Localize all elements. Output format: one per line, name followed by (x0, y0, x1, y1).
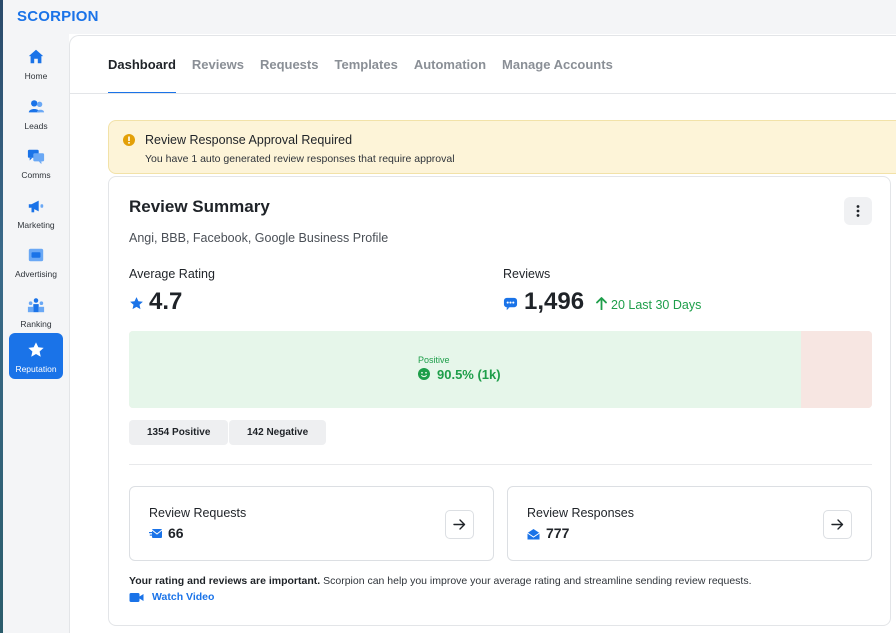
alert-text: You have 1 auto generated review respons… (145, 153, 455, 165)
tab-automation[interactable]: Automation (414, 36, 486, 94)
sidebar-item-marketing[interactable]: Marketing (9, 189, 63, 235)
sidebar-item-label: Reputation (15, 364, 57, 374)
tab-reviews[interactable]: Reviews (192, 36, 244, 94)
alert-title: Review Response Approval Required (145, 133, 353, 147)
ad-icon (28, 248, 44, 262)
review-requests-value: 66 (168, 525, 184, 541)
review-responses-value: 777 (546, 525, 570, 541)
review-responses-label: Review Responses (527, 506, 634, 520)
positive-count-chip[interactable]: 1354 Positive (129, 420, 229, 445)
tab-templates[interactable]: Templates (334, 36, 397, 94)
review-requests-label: Review Requests (149, 506, 247, 520)
open-review-requests-button[interactable] (445, 510, 474, 539)
approval-alert: Review Response Approval Required You ha… (108, 120, 896, 174)
leads-icon (28, 100, 45, 113)
reviews-total: 1,496 (524, 288, 585, 315)
more-vertical-icon (856, 205, 860, 217)
sidebar: Home Leads Comms Marketing Advertising R… (3, 34, 69, 633)
tab-requests[interactable]: Requests (260, 36, 319, 94)
reviews-label: Reviews (503, 267, 551, 281)
review-responses-card[interactable]: Review Responses 777 (507, 486, 872, 561)
more-options-button[interactable] (844, 197, 872, 225)
positive-value: 90.5% (1k) (437, 367, 501, 382)
negative-count-chip[interactable]: 142 Negative (229, 420, 327, 445)
sidebar-item-label: Ranking (20, 319, 52, 329)
home-icon (28, 49, 44, 64)
sidebar-item-label: Leads (24, 121, 48, 131)
sidebar-item-ranking[interactable]: Ranking (9, 288, 63, 334)
sentiment-bar: Positive 90.5% (1k) (129, 331, 872, 408)
tab-bar: Dashboard Reviews Requests Templates Aut… (108, 36, 629, 94)
star-icon (28, 342, 44, 357)
sidebar-item-label: Advertising (14, 269, 58, 279)
average-rating-value: 4.7 (149, 288, 183, 315)
review-sources: Angi, BBB, Facebook, Google Business Pro… (129, 231, 389, 245)
sentiment-negative-segment (801, 331, 872, 408)
megaphone-icon (28, 200, 44, 213)
ranking-icon (27, 298, 45, 313)
open-review-responses-button[interactable] (823, 510, 852, 539)
sidebar-item-advertising[interactable]: Advertising (9, 238, 63, 284)
main-content: Dashboard Reviews Requests Templates Aut… (69, 35, 896, 633)
watch-video-label: Watch Video (152, 591, 215, 603)
tab-dashboard[interactable]: Dashboard (108, 36, 176, 94)
arrow-right-icon (831, 519, 844, 530)
tab-manage-accounts[interactable]: Manage Accounts (502, 36, 613, 94)
positive-caption: Positive (418, 355, 450, 365)
review-summary-card: Review Summary Angi, BBB, Facebook, Goog… (108, 176, 891, 626)
comms-icon (27, 149, 45, 165)
smile-icon (418, 368, 430, 380)
review-requests-card[interactable]: Review Requests 66 (129, 486, 494, 561)
sidebar-item-label: Marketing (17, 220, 55, 230)
open-mail-icon (527, 529, 540, 540)
sidebar-item-home[interactable]: Home (9, 40, 63, 86)
sidebar-item-label: Home (24, 71, 48, 81)
scorpion-logo[interactable]: SCORPION (17, 8, 99, 25)
footer-message-bold: Your rating and reviews are important. (129, 575, 321, 587)
reviews-trend: 20 Last 30 Days (611, 298, 702, 312)
sidebar-item-reputation[interactable]: Reputation (9, 333, 63, 379)
arrow-right-icon (453, 519, 466, 530)
top-bar: SCORPION (3, 0, 896, 34)
footer-message-text: Scorpion can help you improve your avera… (320, 575, 752, 587)
warning-icon (123, 134, 135, 146)
sidebar-item-label: Comms (21, 170, 51, 180)
star-icon (130, 297, 143, 310)
sidebar-item-comms[interactable]: Comms (9, 139, 63, 185)
send-mail-icon (149, 529, 162, 538)
average-rating-label: Average Rating (129, 267, 215, 281)
card-title: Review Summary (129, 197, 270, 216)
reviews-chat-icon (503, 297, 518, 311)
section-divider (129, 464, 872, 465)
tab-divider (70, 93, 896, 94)
video-camera-icon (129, 592, 144, 602)
arrow-up-icon (596, 297, 607, 310)
footer-message: Your rating and reviews are important. S… (129, 575, 752, 587)
watch-video-link[interactable]: Watch Video (129, 591, 214, 603)
sidebar-item-leads[interactable]: Leads (9, 90, 63, 136)
